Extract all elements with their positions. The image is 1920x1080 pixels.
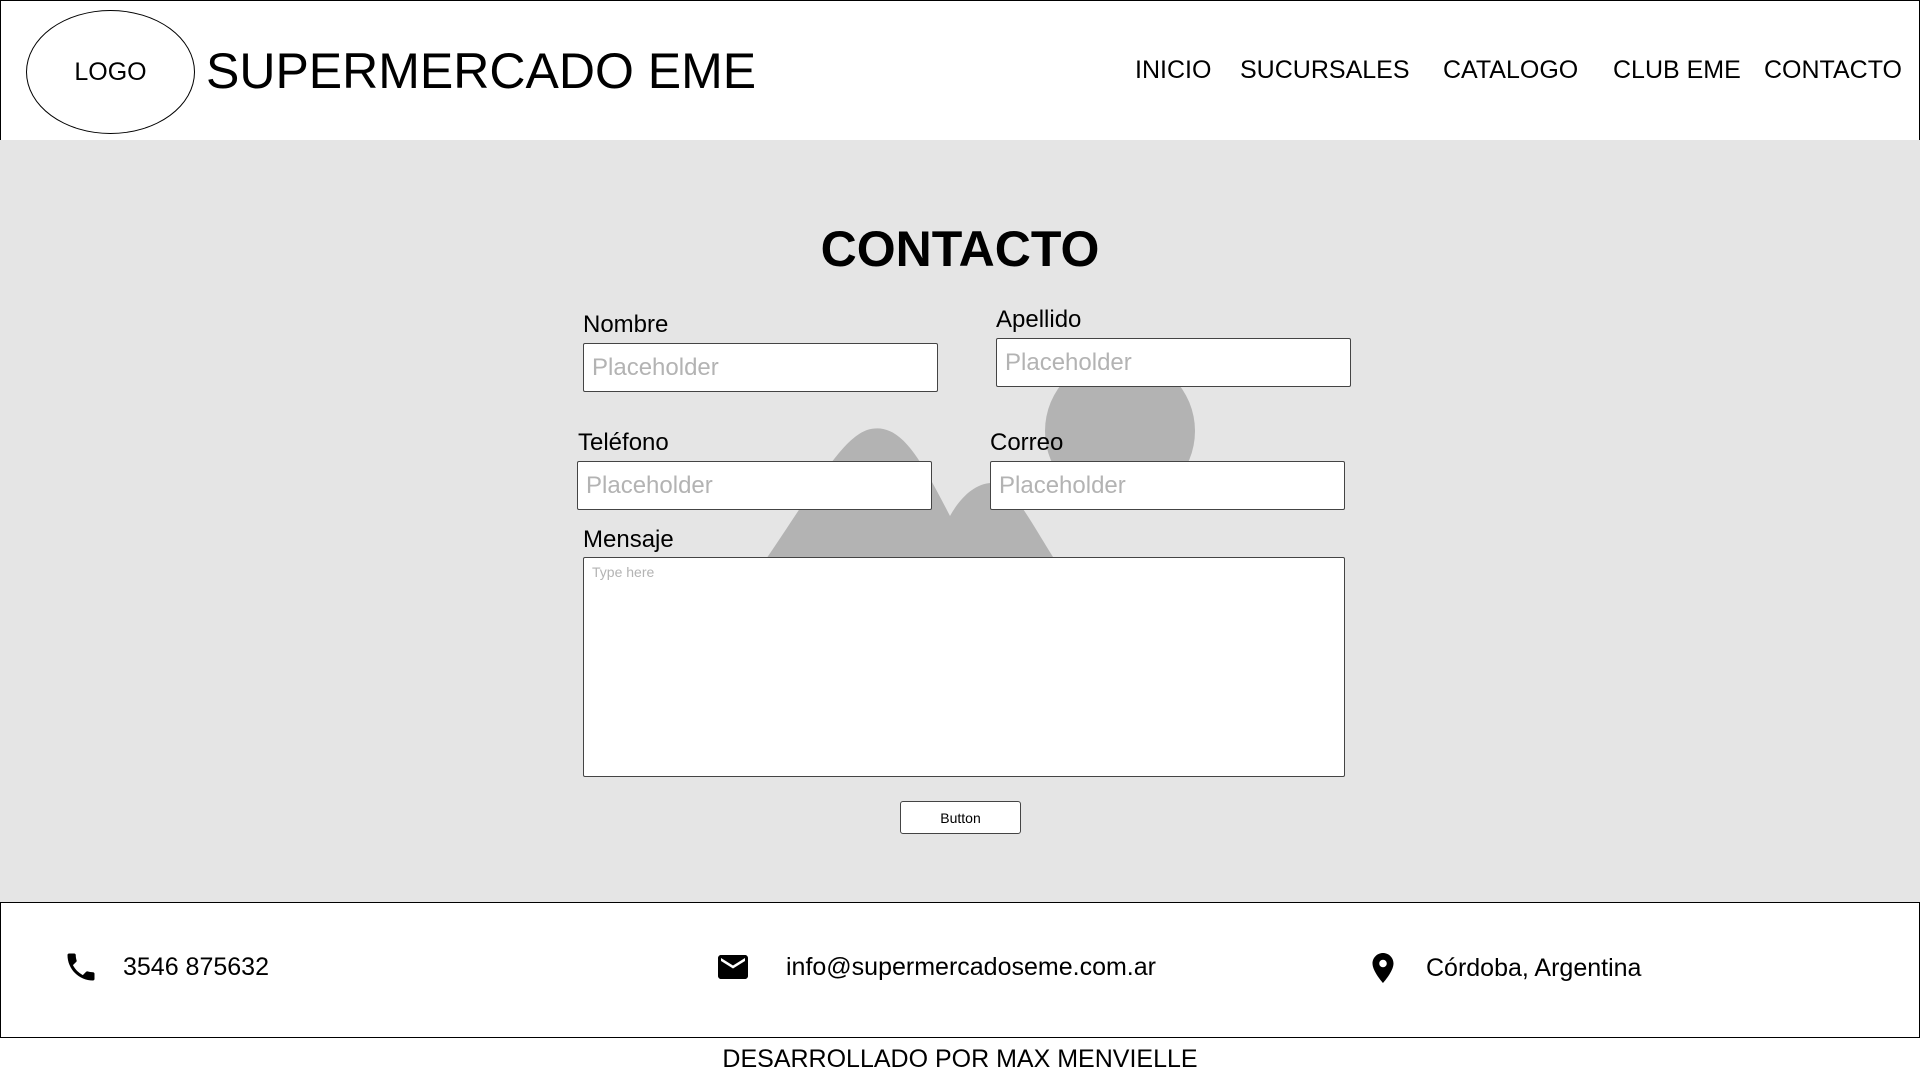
mail-icon [718, 955, 748, 979]
apellido-field[interactable] [996, 338, 1351, 387]
location-pin-icon [1372, 953, 1394, 983]
correo-label: Correo [990, 429, 1064, 456]
footer-phone: 3546 875632 [63, 949, 269, 985]
nombre-field[interactable] [583, 343, 938, 392]
phone-icon [67, 953, 95, 981]
mensaje-label: Mensaje [583, 526, 674, 553]
submit-button[interactable]: Button [900, 801, 1021, 834]
contact-section: CONTACTO Nombre Apellido Teléfono Correo… [0, 140, 1920, 903]
nav-item-inicio[interactable]: INICIO [1135, 56, 1211, 85]
footer-email: info@supermercadoseme.com.ar [713, 949, 1156, 985]
logo-text: LOGO [74, 57, 147, 86]
location-text: Córdoba, Argentina [1426, 954, 1642, 982]
nav-item-club-eme[interactable]: CLUB EME [1613, 56, 1741, 85]
nav-item-catalogo[interactable]: CATALOGO [1443, 56, 1578, 85]
logo[interactable]: LOGO [26, 10, 195, 134]
page-title: CONTACTO [820, 221, 1100, 277]
telefono-field[interactable] [577, 461, 932, 510]
site-footer: 3546 875632 info@supermercadoseme.com.ar… [0, 902, 1920, 1038]
site-header: LOGO SUPERMERCADO EME INICIO SUCURSALES … [0, 0, 1920, 141]
page: LOGO SUPERMERCADO EME INICIO SUCURSALES … [0, 0, 1920, 1080]
telefono-label: Teléfono [578, 429, 669, 456]
brand-name: SUPERMERCADO EME [206, 43, 757, 99]
phone-number: 3546 875632 [123, 953, 269, 981]
mensaje-field[interactable] [583, 557, 1345, 777]
email-address[interactable]: info@supermercadoseme.com.ar [786, 952, 1156, 982]
nav-item-sucursales[interactable]: SUCURSALES [1240, 56, 1410, 85]
nav-item-contacto[interactable]: CONTACTO [1764, 56, 1902, 85]
footer-location: Córdoba, Argentina [1365, 949, 1641, 987]
nombre-label: Nombre [583, 311, 669, 338]
apellido-label: Apellido [996, 306, 1082, 333]
correo-field[interactable] [990, 461, 1345, 510]
developer-credit: DESARROLLADO POR MAX MENVIELLE [0, 1037, 1920, 1080]
